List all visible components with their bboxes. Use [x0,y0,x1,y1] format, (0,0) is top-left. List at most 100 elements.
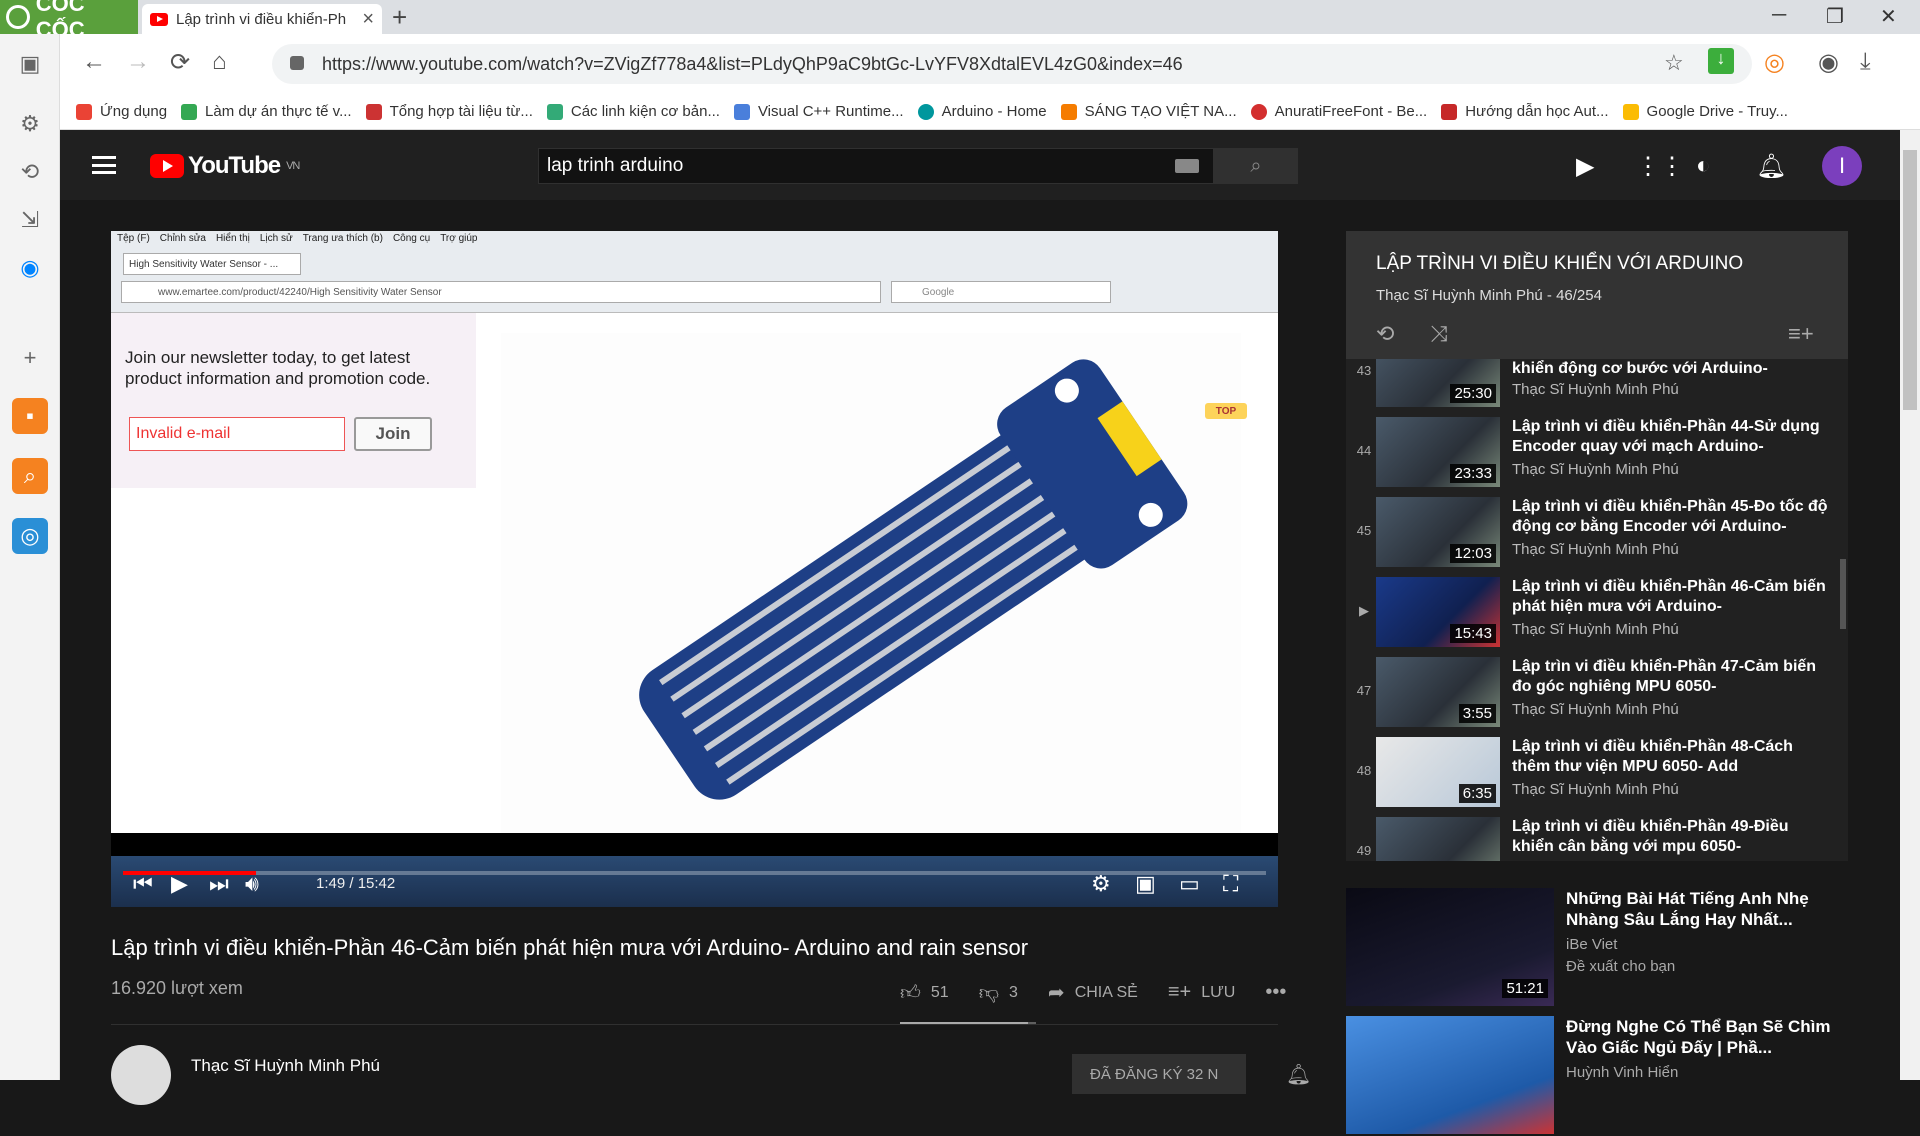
play-icon[interactable]: ▶ [171,871,188,897]
theater-mode-icon[interactable]: ▭ [1179,871,1200,897]
playlist-scrollbar[interactable] [1840,559,1846,629]
search-button[interactable]: ⌕ [1214,148,1298,184]
playlist-item-channel: Thạc Sĩ Huỳnh Minh Phú [1512,781,1679,798]
playlist-item[interactable]: 43 25:30 khiển động cơ bước với Arduino-… [1346,359,1848,413]
new-tab-icon[interactable]: + [392,2,407,33]
ff-search: Google [891,281,1111,303]
notifications-bell-icon[interactable]: 🔔︎ [1756,152,1786,181]
more-actions-button[interactable]: ••• [1265,981,1286,1004]
download-green-icon[interactable]: ↓ [1708,48,1734,74]
media-icon[interactable]: ◎ [12,518,48,554]
dislike-button[interactable]: 👎︎ 3 [979,981,1018,1005]
messenger-icon[interactable]: ◉ [12,250,48,286]
channel-name[interactable]: Thạc Sĩ Huỳnh Minh Phú [191,1056,380,1076]
bookmark-item[interactable]: Làm dự án thực tế v... [181,103,352,120]
playlist-item[interactable]: 48 6:35 Lập trình vi điều khiển-Phần 48-… [1346,733,1848,813]
restore-icon[interactable]: ❐ [1826,4,1844,29]
address-toolbar: ← → ⟳ ⌂ https://www.youtube.com/watch?v=… [60,34,1920,94]
youtube-logo[interactable]: YouTube VN [150,152,300,180]
save-button[interactable]: ≡+ LƯU [1168,981,1235,1004]
shuffle-icon[interactable]: ⤨ [1430,321,1448,347]
bookmark-item[interactable]: Ứng dụng [76,103,167,120]
home-icon[interactable]: ⌂ [212,48,227,76]
search-input[interactable]: lap trinh arduino [538,148,1214,184]
bookmark-item[interactable]: SÁNG TẠO VIỆT NA... [1060,103,1237,120]
next-icon[interactable]: ⏭ [209,871,229,897]
close-window-icon[interactable]: ✕ [1880,4,1897,29]
recommended-meta: Đề xuất cho bạn [1566,958,1676,975]
subscribe-button[interactable]: ĐÃ ĐĂNG KÝ 32 N [1072,1054,1246,1094]
contacts-icon[interactable]: ▪ [12,398,48,434]
playlist-subtitle[interactable]: Thạc Sĩ Huỳnh Minh Phú - 46/254 [1376,287,1602,304]
bookmark-label: Tổng hợp tài liệu từ... [389,103,533,120]
loop-icon[interactable]: ⟲ [1376,321,1394,347]
close-tab-icon[interactable]: × [362,8,374,31]
bookmark-item[interactable]: AnuratiFreeFont - Be... [1250,103,1427,120]
messages-icon[interactable]: ◐ [1696,152,1711,180]
create-video-icon[interactable]: ▶ [1576,152,1594,181]
duration-badge: 51:21 [1502,979,1548,998]
thumbs-up-icon: 👍︎ [900,981,921,1004]
minimize-icon[interactable]: ─ [1772,4,1786,27]
page-scrollbar-thumb[interactable] [1903,150,1917,410]
recommended-channel: Huỳnh Vinh Hiển [1566,1064,1679,1081]
duration-badge: 15:43 [1450,624,1496,643]
download-sidebar-icon[interactable]: ⇲ [12,202,48,238]
playlist-item[interactable]: 45 12:03 Lập trình vi điều khiển-Phần 45… [1346,493,1848,573]
back-icon[interactable]: ← [82,48,106,76]
volume-icon[interactable]: 🔊︎ [245,871,259,897]
avatar[interactable]: I [1822,146,1862,186]
playlist-item-title: Lập trình vi điều khiển-Phần 46-Cảm biến… [1512,578,1826,615]
bookmark-item[interactable]: Google Drive - Truy... [1622,103,1788,120]
coccoc-logo[interactable]: CỐC CỐC [0,0,138,42]
bookmark-item[interactable]: Hướng dẫn học Aut... [1441,103,1609,120]
profile-icon[interactable]: ◉ [1818,48,1839,77]
bookmark-label: Các linh kiện cơ bản... [570,103,720,120]
playlist-title[interactable]: LẬP TRÌNH VI ĐIỀU KHIỂN VỚI ARDUINO [1376,253,1743,275]
keyboard-icon[interactable] [1175,159,1199,173]
video-frame-webpage: Join our newsletter today, to get latest… [111,313,1278,833]
previous-icon[interactable]: ⏮ [133,871,153,897]
bookmark-star-icon[interactable]: ☆ [1664,50,1684,76]
playlist-item[interactable]: 49 Lập trình vi điều khiển-Phần 49-Điều … [1346,813,1848,861]
star-logo-icon [365,103,382,120]
playlist-item[interactable]: 47 3:55 Lập trìn vi điều khiển-Phần 47-C… [1346,653,1848,733]
miniplayer-icon[interactable]: ▣ [1135,871,1156,897]
save-playlist-icon[interactable]: ≡+ [1788,321,1814,347]
playlist-items: 43 25:30 khiển động cơ bước với Arduino-… [1346,359,1848,861]
share-button[interactable]: ➦ CHIA SẺ [1048,980,1138,1005]
drive-icon [181,103,198,120]
settings-icon[interactable]: ⚙ [1091,871,1111,897]
ff-menu-item: Chỉnh sửa [159,233,206,244]
add-icon[interactable]: + [12,340,48,376]
browser-tab[interactable]: Lập trình vi điều khiển-Ph × [142,4,382,34]
playlist-item-current[interactable]: ▶ 15:43 Lập trình vi điều khiển-Phần 46-… [1346,573,1848,653]
reload-icon[interactable]: ⟳ [170,48,190,77]
search-sidebar-icon[interactable]: ⌕ [12,458,48,494]
history-icon[interactable]: ⟲ [12,154,48,190]
forward-icon[interactable]: → [126,48,150,76]
gear-icon[interactable]: ⚙ [12,106,48,142]
bookmark-item[interactable]: Các linh kiện cơ bản... [546,103,720,120]
menu-icon[interactable] [92,156,116,174]
fullscreen-icon[interactable]: ⛶ [1223,871,1238,897]
bookmark-item[interactable]: Tổng hợp tài liệu từ... [365,103,533,120]
ff-menu-item: Công cụ [392,233,431,244]
channel-avatar[interactable] [111,1045,171,1105]
bookmark-item[interactable]: Arduino - Home [917,103,1047,120]
video-player[interactable]: Tệp (F) Chỉnh sửa Hiển thị Lịch sử Trang… [111,231,1278,907]
apps-grid-icon[interactable]: ⋮⋮ [1636,152,1684,181]
recommended-video[interactable]: 51:21 Những Bài Hát Tiếng Anh Nhẹ Nhàng … [1346,888,1848,1008]
sidebar-toggle-icon[interactable]: ▣ [12,46,48,82]
playlist-thumbnail [1376,817,1500,861]
recommended-video[interactable]: Đừng Nghe Có Thể Bạn Sẽ Chìm Vào Giấc Ng… [1346,1016,1848,1136]
playlist-item-title: Lập trình vi điều khiển-Phần 49-Điều khi… [1512,818,1789,855]
like-button[interactable]: 👍︎ 51 [900,981,949,1005]
url-bar[interactable]: https://www.youtube.com/watch?v=ZVigZf77… [272,44,1752,84]
playlist-item[interactable]: 44 23:33 Lập trình vi điều khiển-Phần 44… [1346,413,1848,493]
add-to-playlist-icon: ≡+ [1167,981,1192,1003]
coccoc-ext-icon[interactable]: ◎ [1764,48,1785,77]
bookmark-item[interactable]: Visual C++ Runtime... [733,103,904,120]
notification-bell-icon[interactable]: 🔔︎ [1286,1062,1311,1087]
downloads-icon[interactable]: ⤓ [1860,48,1871,76]
